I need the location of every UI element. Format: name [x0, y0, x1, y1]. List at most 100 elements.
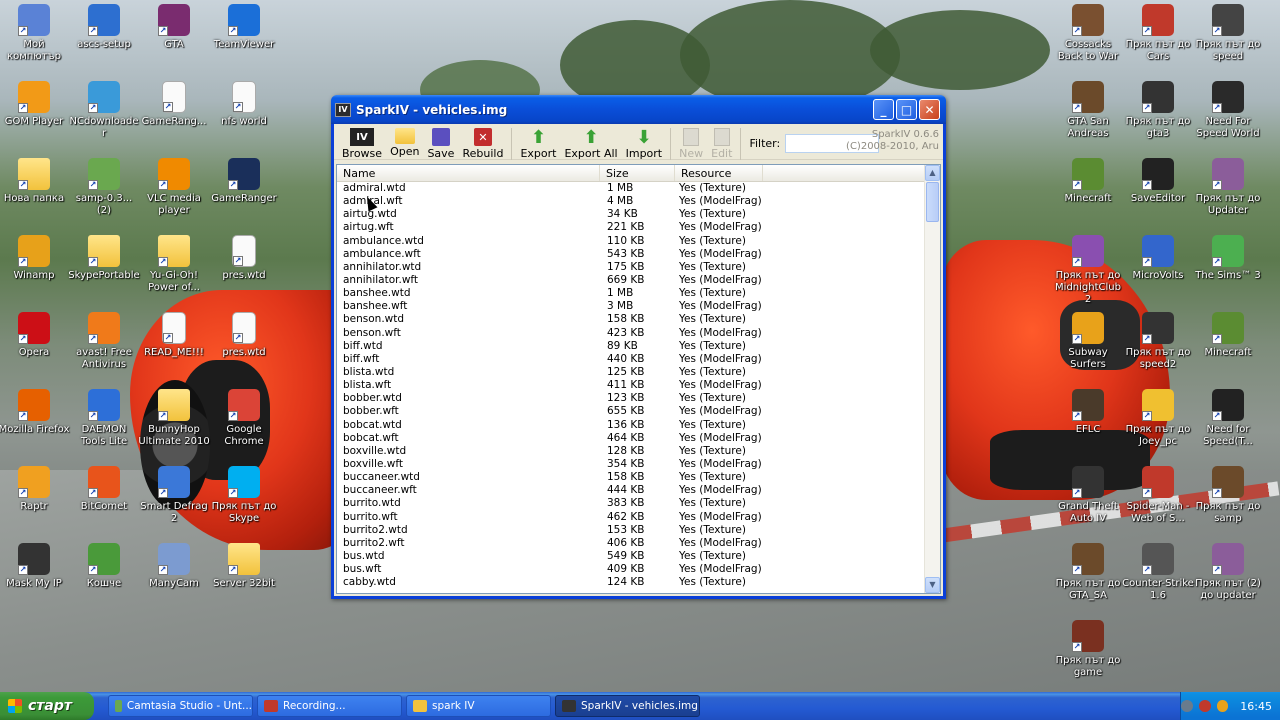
- column-header-resource[interactable]: Resource: [675, 165, 763, 181]
- table-row[interactable]: airtug.wft 221 KB Yes (ModelFrag): [337, 221, 924, 234]
- table-row[interactable]: boxville.wtd 128 KB Yes (Texture): [337, 445, 924, 458]
- table-row[interactable]: burrito2.wtd 153 KB Yes (Texture): [337, 524, 924, 537]
- desktop-icon[interactable]: ↗ Minecraft: [1192, 312, 1264, 359]
- desktop-icon[interactable]: ↗ NCdownloader: [68, 81, 140, 140]
- desktop-icon[interactable]: ↗ Пряк път до samp: [1192, 466, 1264, 525]
- taskbar-button[interactable]: SparkIV - vehicles.img: [555, 695, 700, 717]
- desktop-icon[interactable]: ↗ Mozilla Firefox: [0, 389, 70, 436]
- table-row[interactable]: burrito2.wft 406 KB Yes (ModelFrag): [337, 537, 924, 550]
- import-button[interactable]: ⬇ Import: [622, 127, 667, 161]
- desktop-icon[interactable]: ↗ Пряк път до speed: [1192, 4, 1264, 63]
- table-row[interactable]: blista.wft 411 KB Yes (ModelFrag): [337, 379, 924, 392]
- desktop-icon[interactable]: ↗ Cossacks Back to War: [1052, 4, 1124, 63]
- desktop-icon[interactable]: ↗ SkypePortable: [68, 235, 140, 282]
- table-row[interactable]: admiral.wft 4 MB Yes (ModelFrag): [337, 195, 924, 208]
- table-row[interactable]: boxville.wft 354 KB Yes (ModelFrag): [337, 458, 924, 471]
- vertical-scrollbar[interactable]: ▲ ▼: [924, 165, 940, 593]
- desktop-icon[interactable]: ↗ Пряк път до speed2: [1122, 312, 1194, 371]
- desktop-icon[interactable]: ↗ The Sims™ 3: [1192, 235, 1264, 282]
- desktop-icon[interactable]: ↗ Yu-Gi-Oh! Power of...: [138, 235, 210, 294]
- desktop-icon[interactable]: ↗ Пряк път до MidnightClub2: [1052, 235, 1124, 306]
- desktop-icon[interactable]: ↗ VLC media player: [138, 158, 210, 217]
- desktop-icon[interactable]: ↗ BitComet: [68, 466, 140, 513]
- table-row[interactable]: buccaneer.wtd 158 KB Yes (Texture): [337, 471, 924, 484]
- table-row[interactable]: burrito.wft 462 KB Yes (ModelFrag): [337, 511, 924, 524]
- desktop-icon[interactable]: ↗ Mask My IP: [0, 543, 70, 590]
- table-row[interactable]: benson.wft 423 KB Yes (ModelFrag): [337, 327, 924, 340]
- desktop-icon[interactable]: ↗ ManyCam: [138, 543, 210, 590]
- desktop-icon[interactable]: ↗ Google Chrome: [208, 389, 280, 448]
- table-row[interactable]: benson.wtd 158 KB Yes (Texture): [337, 313, 924, 326]
- column-header-name[interactable]: Name: [337, 165, 600, 181]
- table-row[interactable]: banshee.wft 3 MB Yes (ModelFrag): [337, 300, 924, 313]
- taskbar-button[interactable]: spark IV: [406, 695, 551, 717]
- table-row[interactable]: bobcat.wtd 136 KB Yes (Texture): [337, 419, 924, 432]
- desktop-icon[interactable]: ↗ Winamp: [0, 235, 70, 282]
- save-button[interactable]: Save: [423, 128, 458, 160]
- desktop-icon[interactable]: ↗ Spider-Man - Web of S...: [1122, 466, 1194, 525]
- browse-button[interactable]: IV Browse: [338, 128, 386, 160]
- desktop-icon[interactable]: ↗ Counter-Strike 1.6: [1122, 543, 1194, 602]
- desktop-icon[interactable]: ↗ GOM Player: [0, 81, 70, 128]
- desktop-icon[interactable]: ↗ BunnyHop Ultimate 2010: [138, 389, 210, 448]
- export-all-button[interactable]: ⬆ Export All: [560, 127, 621, 161]
- desktop-icon[interactable]: ↗ pres.wtd: [208, 235, 280, 282]
- desktop-icon[interactable]: ↗ Мой компютър: [0, 4, 70, 63]
- desktop-icon[interactable]: ↗ Пряк път до gta3: [1122, 81, 1194, 140]
- desktop-icon[interactable]: ↗ samp-0.3... (2): [68, 158, 140, 217]
- desktop-icon[interactable]: ↗ Grand Theft Auto IV: [1052, 466, 1124, 525]
- table-row[interactable]: ambulance.wft 543 KB Yes (ModelFrag): [337, 248, 924, 261]
- taskbar-button[interactable]: Camtasia Studio - Unt...: [108, 695, 253, 717]
- new-button[interactable]: New: [675, 128, 707, 160]
- desktop-icon[interactable]: ↗ Subway Surfers: [1052, 312, 1124, 371]
- tray-antivirus-icon[interactable]: [1198, 700, 1211, 712]
- desktop-icon[interactable]: ↗ Opera: [0, 312, 70, 359]
- desktop-icon[interactable]: ↗ Need for Speed(T...: [1192, 389, 1264, 448]
- column-header-size[interactable]: Size: [600, 165, 675, 181]
- tray-network-icon[interactable]: [1181, 700, 1193, 712]
- desktop-icon[interactable]: ↗ Кошче: [68, 543, 140, 590]
- title-bar[interactable]: IV SparkIV - vehicles.img _ □ ✕: [331, 95, 946, 124]
- table-row[interactable]: bobber.wft 655 KB Yes (ModelFrag): [337, 405, 924, 418]
- table-row[interactable]: bus.wft 409 KB Yes (ModelFrag): [337, 563, 924, 576]
- desktop-icon[interactable]: ↗ Пряк път до GTA_SA: [1052, 543, 1124, 602]
- desktop-icon[interactable]: ↗ nfs world: [208, 81, 280, 128]
- tray-app-icon[interactable]: [1216, 700, 1229, 712]
- desktop-icon[interactable]: ↗ Пряк път до game: [1052, 620, 1124, 679]
- desktop-icon[interactable]: ↗ Пряк път до Skype: [208, 466, 280, 525]
- table-row[interactable]: biff.wtd 89 KB Yes (Texture): [337, 340, 924, 353]
- maximize-button[interactable]: □: [896, 99, 917, 120]
- export-button[interactable]: ⬆ Export: [516, 127, 560, 161]
- table-row[interactable]: cabby.wtd 124 KB Yes (Texture): [337, 576, 924, 589]
- table-row[interactable]: buccaneer.wft 444 KB Yes (ModelFrag): [337, 484, 924, 497]
- table-row[interactable]: bobcat.wft 464 KB Yes (ModelFrag): [337, 432, 924, 445]
- desktop-icon[interactable]: ↗ GameRang...: [138, 81, 210, 128]
- table-row[interactable]: bus.wtd 549 KB Yes (Texture): [337, 550, 924, 563]
- table-row[interactable]: annihilator.wtd 175 KB Yes (Texture): [337, 261, 924, 274]
- table-row[interactable]: blista.wtd 125 KB Yes (Texture): [337, 366, 924, 379]
- desktop-icon[interactable]: ↗ DAEMON Tools Lite: [68, 389, 140, 448]
- table-row[interactable]: biff.wft 440 KB Yes (ModelFrag): [337, 353, 924, 366]
- desktop-icon[interactable]: ↗ MicroVolts: [1122, 235, 1194, 282]
- desktop-icon[interactable]: ↗ Пряк път до Joey_pc: [1122, 389, 1194, 448]
- desktop-icon[interactable]: ↗ Need For Speed World: [1192, 81, 1264, 140]
- desktop-icon[interactable]: ↗ Raptr: [0, 466, 70, 513]
- desktop-icon[interactable]: ↗ TeamViewer: [208, 4, 280, 51]
- desktop-icon[interactable]: ↗ READ_ME!!!: [138, 312, 210, 359]
- desktop-icon[interactable]: ↗ GTA: [138, 4, 210, 51]
- desktop-icon[interactable]: ↗ ascs-setup: [68, 4, 140, 51]
- table-row[interactable]: bobber.wtd 123 KB Yes (Texture): [337, 392, 924, 405]
- table-row[interactable]: annihilator.wft 669 KB Yes (ModelFrag): [337, 274, 924, 287]
- file-list[interactable]: Name Size Resource admiral.wtd 1 MB Yes (T…: [336, 164, 941, 594]
- minimize-button[interactable]: _: [873, 99, 894, 120]
- close-button[interactable]: ✕: [919, 99, 940, 120]
- desktop-icon[interactable]: ↗ EFLC: [1052, 389, 1124, 436]
- scroll-up-button[interactable]: ▲: [925, 165, 940, 181]
- desktop-icon[interactable]: ↗ Smart Defrag 2: [138, 466, 210, 525]
- taskbar-button[interactable]: Recording...: [257, 695, 402, 717]
- edit-button[interactable]: Edit: [707, 128, 736, 160]
- table-row[interactable]: ambulance.wtd 110 KB Yes (Texture): [337, 235, 924, 248]
- desktop-icon[interactable]: ↗ pres.wtd: [208, 312, 280, 359]
- scroll-thumb[interactable]: [926, 182, 939, 222]
- desktop-icon[interactable]: ↗ GTA San Andreas: [1052, 81, 1124, 140]
